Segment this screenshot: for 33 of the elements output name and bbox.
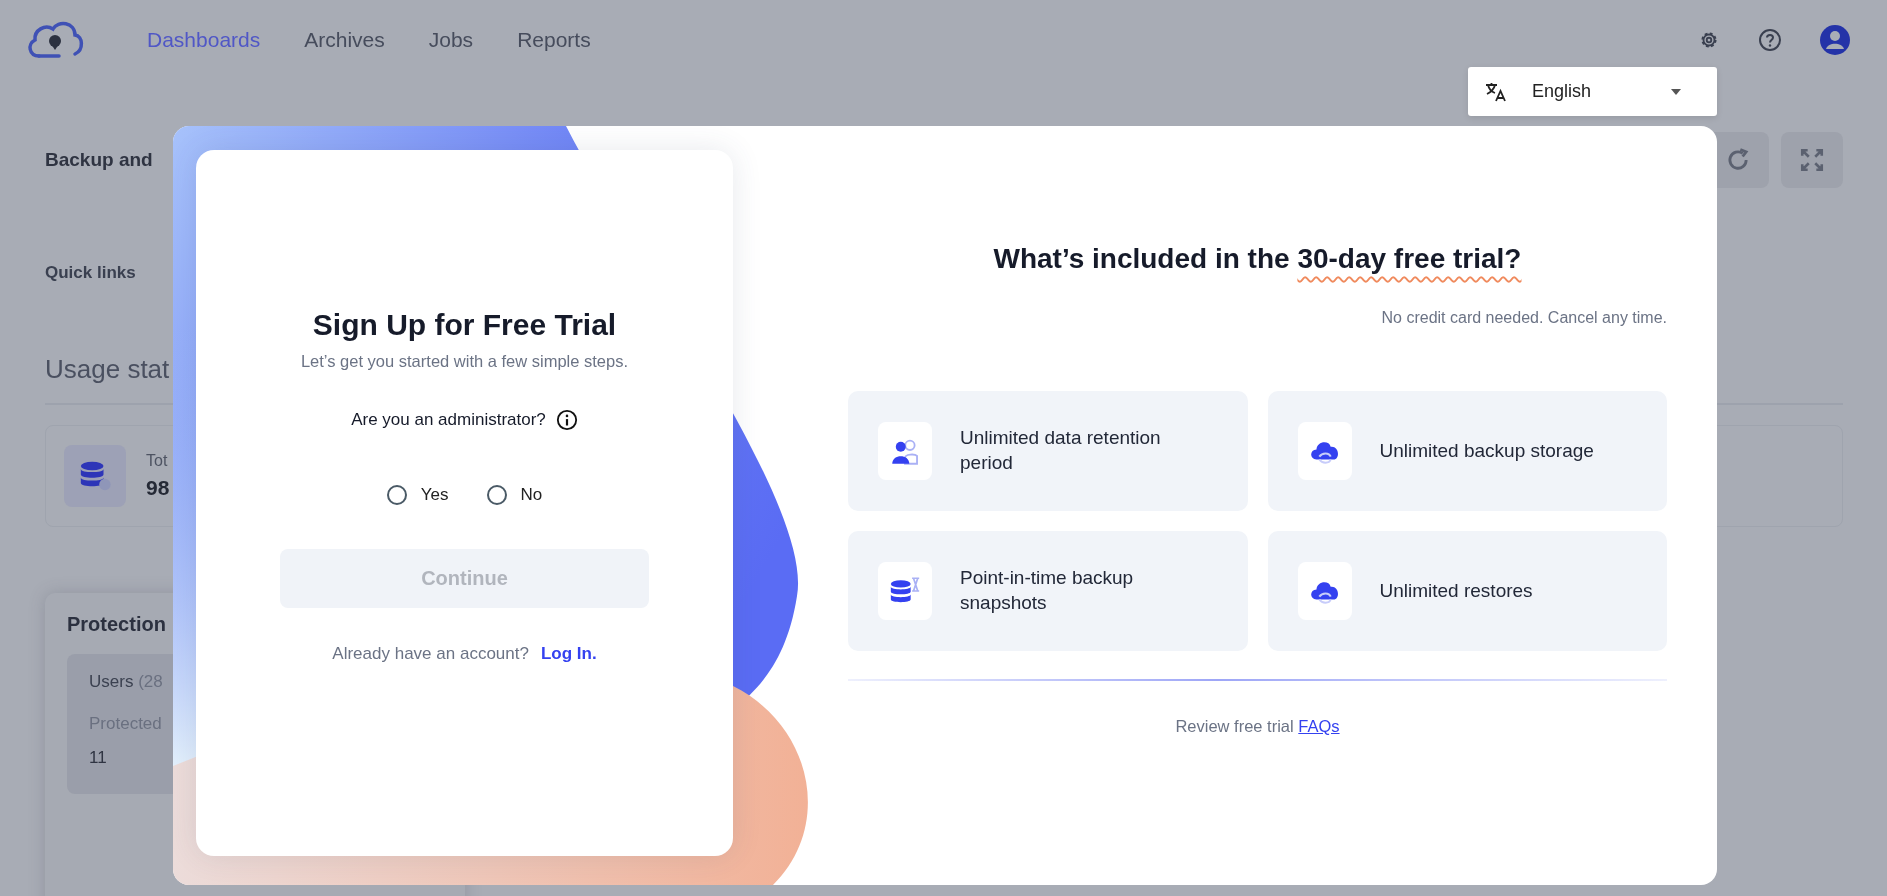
- question-label: Are you an administrator?: [351, 410, 546, 430]
- nav-tab[interactable]: Reports: [505, 24, 603, 56]
- avatar-icon[interactable]: [1820, 25, 1850, 55]
- stat-value: 98: [146, 476, 170, 500]
- feature-label: Point-in-time backup snapshots: [960, 566, 1135, 615]
- caret-icon: [1671, 88, 1681, 95]
- expand-button[interactable]: [1781, 132, 1843, 188]
- stat-label: Tot: [146, 452, 169, 470]
- radio-option[interactable]: Yes: [386, 485, 449, 505]
- signup-subtitle: Let’s get you started with a few simple steps.: [300, 352, 629, 371]
- feature-label: Unlimited backup storage: [1379, 438, 1594, 463]
- feature-label: Unlimited data retention period: [960, 426, 1162, 475]
- language-select[interactable]: English: [1468, 67, 1717, 116]
- feature-label: Unlimited restores: [1379, 578, 1533, 603]
- faq-link[interactable]: FAQs: [1298, 717, 1340, 735]
- login-link[interactable]: Log In.: [540, 644, 597, 664]
- signup-title: Sign Up for Free Trial: [312, 308, 617, 342]
- login-prompt: Already have an account?: [332, 644, 529, 664]
- trial-heading: What’s included in the 30-day free trial?: [992, 243, 1523, 275]
- users-label: Users: [89, 672, 134, 691]
- radio-option[interactable]: No: [486, 485, 543, 505]
- expand-icon: [1799, 147, 1825, 173]
- protected-value: 11: [89, 748, 108, 768]
- quick-links-label: Quick links: [45, 263, 136, 283]
- page-title: Backup and: [45, 149, 153, 171]
- card-title: Protection: [67, 613, 167, 636]
- nav-tab[interactable]: Jobs: [416, 24, 486, 56]
- faq-prompt: Review free trial FAQs: [1174, 717, 1341, 736]
- nav-tab[interactable]: Archives: [292, 24, 397, 56]
- info-icon[interactable]: [555, 409, 578, 431]
- trial-note: No credit card needed. Cancel any time.: [1380, 309, 1667, 327]
- help-icon[interactable]: [1758, 28, 1782, 52]
- database-icon: [78, 459, 112, 493]
